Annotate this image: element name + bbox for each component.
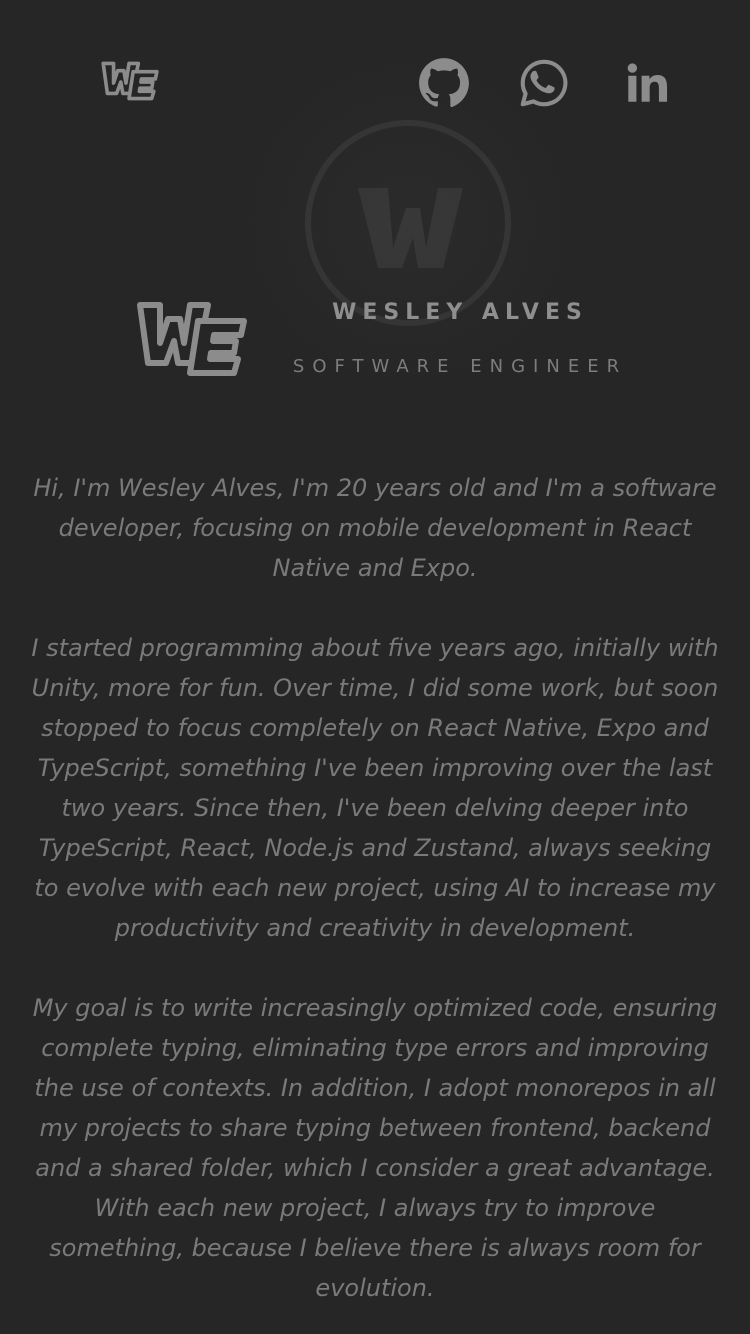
github-link[interactable] [416,55,472,111]
hero-role: SOFTWARE ENGINEER [292,356,628,377]
github-icon [419,58,469,108]
we-logo-link[interactable] [96,58,160,104]
bio-section: Hi, I'm Wesley Alves, I'm 20 years old a… [30,468,720,1334]
linkedin-icon [627,63,668,102]
whatsapp-link[interactable] [516,55,572,111]
bio-paragraph-intro: Hi, I'm Wesley Alves, I'm 20 years old a… [33,474,717,582]
we-monogram-icon [137,302,247,376]
hero-name: WESLEY ALVES [332,300,588,325]
bio-paragraph-goals: My goal is to write increasingly optimiz… [32,994,718,1302]
we-logo-icon [101,61,159,101]
linkedin-link[interactable] [618,55,674,111]
portfolio-page: WESLEY ALVES SOFTWARE ENGINEER Hi, I'm W… [0,0,750,1334]
hero-logo [126,297,250,381]
whatsapp-icon [520,59,568,107]
background-watermark-icon [305,120,511,326]
bio-paragraph-history: I started programming about five years a… [31,634,719,942]
